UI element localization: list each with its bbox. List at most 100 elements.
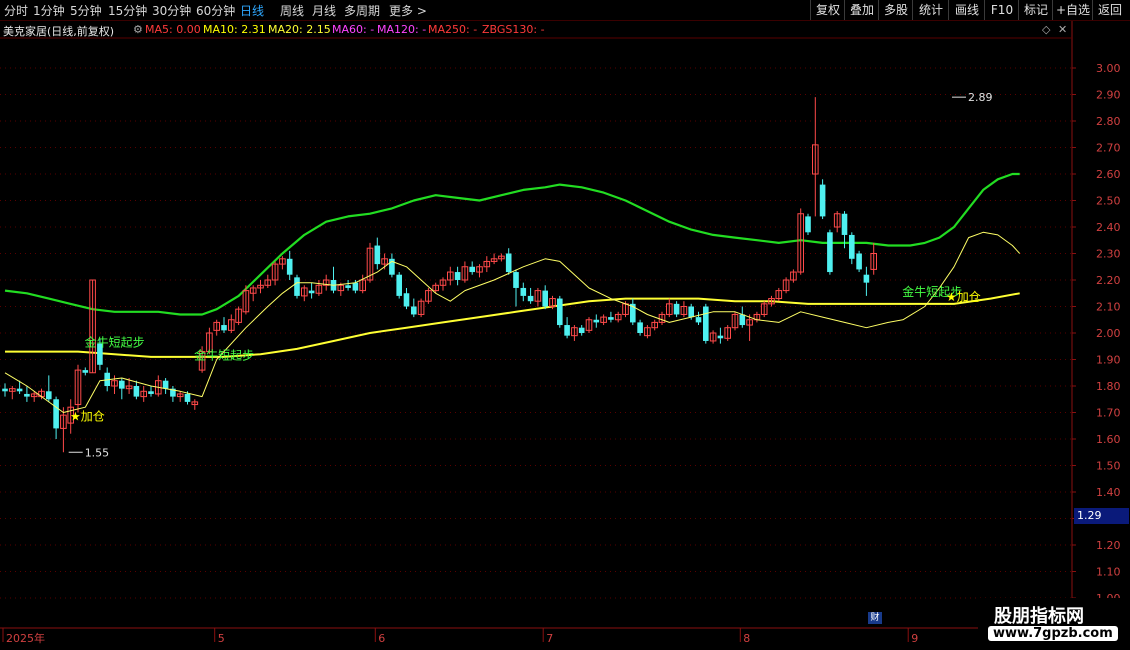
tab-multi-period[interactable]: 多周期 (344, 2, 380, 19)
tab-more[interactable]: 更多 > (389, 2, 427, 19)
x-tick-label: 2025年 (6, 631, 45, 645)
chevron-right-icon: > (416, 4, 427, 18)
candle-down (703, 306, 709, 341)
y-tick-label: 1.20 (1096, 539, 1121, 552)
candle-down (527, 295, 534, 302)
candle-down (578, 327, 585, 333)
candlestick-chart[interactable]: 3.00 2.90 2.80 2.70 2.60 2.50 2.40 2.30 2.20 2.10… (0, 0, 1130, 650)
candle-down (221, 325, 227, 331)
candle-down (520, 287, 527, 296)
tab-fenshi[interactable]: 分时 (4, 2, 28, 19)
candle-down (184, 393, 191, 402)
candle-down (396, 274, 402, 296)
candle-down (16, 388, 23, 392)
y-tick-label: 2.80 (1096, 115, 1121, 128)
close-icon[interactable]: ✕ (1058, 23, 1067, 36)
x-tick-label: 8 (743, 632, 750, 645)
y-tick-label: 2.40 (1096, 221, 1121, 234)
back-button[interactable]: 返回 (1092, 0, 1127, 20)
candle-down (849, 234, 855, 259)
tab-1min[interactable]: 1分钟 (33, 2, 65, 19)
y-tick-label: 1.70 (1096, 407, 1121, 420)
green-band-line (4, 172, 1020, 316)
duogu-button[interactable]: 多股 (878, 0, 913, 20)
y-tick-label: 2.60 (1096, 168, 1121, 181)
stock-title: 美克家居(日线,前复权) (3, 25, 115, 38)
candle-down (469, 266, 475, 273)
tab-more-label: 更多 (389, 4, 414, 18)
top-toolbar: 分时 1分钟 5分钟 15分钟 30分钟 60分钟 日线 周线 月线 多周期 更… (0, 0, 1130, 21)
indicator-info-bar: 美克家居(日线,前复权) ⚙ MA5: 0.00 MA10: 2.31 MA20… (0, 20, 1072, 38)
candle-down (133, 386, 140, 397)
candle-down (673, 303, 680, 315)
y-tick-label: 1.40 (1096, 486, 1121, 499)
ma250-label: MA250: - (428, 23, 478, 36)
y-tick-label: 2.30 (1096, 248, 1121, 261)
tab-monthly[interactable]: 月线 (312, 2, 336, 19)
candle-down (24, 393, 30, 397)
candle-down (46, 391, 52, 400)
low-price-label: 1.55 (85, 446, 110, 459)
candle-down (2, 388, 8, 392)
biaoji-button[interactable]: 标记 (1018, 0, 1053, 20)
finance-event-icon[interactable]: 财 (868, 612, 882, 624)
fuquan-button[interactable]: 复权 (810, 0, 845, 20)
candle-down (308, 290, 315, 294)
candle-down (411, 306, 417, 315)
f10-button[interactable]: F10 (984, 0, 1019, 20)
candle-down (374, 245, 381, 265)
watermark-url: www.7gpzb.com (988, 626, 1118, 641)
signal-annotation: ★加仓 (946, 290, 981, 304)
add-watchlist-button[interactable]: +自选 (1052, 0, 1093, 20)
candle-down (827, 232, 833, 273)
y-tick-label: 2.50 (1096, 195, 1121, 208)
candle-down (608, 317, 614, 320)
high-price-label: 2.89 (968, 91, 993, 104)
candle-down (542, 290, 548, 307)
ma5-label: MA5: 0.00 (145, 23, 201, 36)
candle-down (564, 325, 570, 336)
y-tick-label: 1.10 (1096, 566, 1121, 579)
candle-down (345, 285, 351, 288)
signal-annotation: 金牛短起步 (85, 334, 145, 349)
y-tick-label: 1.90 (1096, 354, 1121, 367)
y-tick-label: 1.80 (1096, 380, 1121, 393)
candle-down (403, 293, 410, 307)
x-tick-label: 6 (378, 632, 385, 645)
tab-5min[interactable]: 5分钟 (70, 2, 102, 19)
candle-down (557, 298, 563, 326)
ma20-label: MA20: 2.15 (268, 23, 331, 36)
candle-down (294, 277, 300, 296)
huaxian-button[interactable]: 画线 (948, 0, 985, 20)
ma-short-line (4, 231, 1021, 413)
y-tick-label: 1.50 (1096, 460, 1121, 473)
x-tick-label: 9 (911, 632, 918, 645)
x-tick-label: 5 (218, 632, 225, 645)
settings-gear-icon[interactable]: ⚙ (133, 23, 143, 36)
signal-annotation: 金牛短起步 (194, 348, 254, 363)
y-tick-label: 2.00 (1096, 327, 1121, 340)
y-tick-label: 3.00 (1096, 62, 1121, 75)
watermark-title: 股朋指标网 (994, 606, 1084, 627)
candle-down (593, 319, 600, 323)
tab-15min[interactable]: 15分钟 (108, 2, 147, 19)
y-tick-label: 1.60 (1096, 433, 1121, 446)
ma10-label: MA10: 2.31 (203, 23, 266, 36)
watermark: 股朋指标网 www.7gpzb.com (978, 598, 1130, 650)
tab-daily[interactable]: 日线 (240, 2, 264, 19)
candle-down (352, 282, 359, 291)
candle-down (637, 322, 643, 333)
tongji-button[interactable]: 统计 (912, 0, 949, 20)
candle-down (505, 253, 512, 273)
tab-60min[interactable]: 60分钟 (196, 2, 235, 19)
y-tick-label: 2.20 (1096, 274, 1121, 287)
tab-weekly[interactable]: 周线 (280, 2, 304, 19)
tab-30min[interactable]: 30分钟 (152, 2, 191, 19)
candle-down (805, 216, 811, 233)
candle-down (739, 314, 746, 326)
candle-down (53, 399, 59, 429)
candle-down (863, 274, 870, 283)
diejia-button[interactable]: 叠加 (844, 0, 879, 20)
candle-down (119, 380, 125, 389)
diamond-icon[interactable]: ◇ (1042, 23, 1050, 36)
